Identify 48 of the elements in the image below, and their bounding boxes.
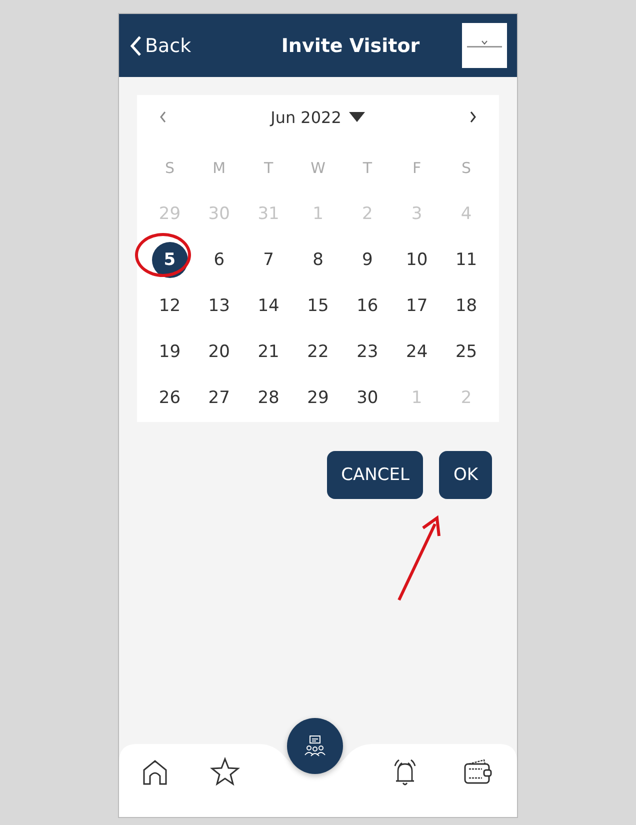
calendar-day[interactable]: 7 bbox=[250, 242, 287, 278]
weekday-label: W bbox=[310, 158, 326, 179]
page-title: Invite Visitor bbox=[280, 34, 421, 56]
ok-button[interactable]: OK bbox=[439, 451, 492, 499]
calendar-day[interactable]: 29 bbox=[300, 380, 336, 416]
back-button[interactable]: Back bbox=[129, 34, 239, 56]
calendar-day[interactable]: 23 bbox=[349, 334, 386, 370]
month-selector[interactable]: Jun 2022 bbox=[264, 106, 372, 128]
group-chat-icon bbox=[303, 734, 327, 758]
calendar-day[interactable]: 13 bbox=[201, 288, 238, 324]
calendar-day[interactable]: 20 bbox=[201, 334, 238, 370]
logo-icon bbox=[462, 23, 507, 68]
calendar-day[interactable]: 15 bbox=[300, 288, 336, 324]
weekday-label: F bbox=[412, 158, 422, 179]
calendar-day[interactable]: 28 bbox=[250, 380, 287, 416]
weekday-label: T bbox=[264, 158, 274, 179]
visitors-button[interactable] bbox=[287, 718, 343, 774]
star-icon[interactable] bbox=[209, 756, 241, 788]
calendar-day[interactable]: 12 bbox=[152, 288, 188, 324]
annotation-circle bbox=[135, 233, 191, 277]
chevron-left-icon bbox=[129, 34, 143, 56]
calendar-day[interactable]: 30 bbox=[349, 380, 386, 416]
calendar-day[interactable]: 14 bbox=[250, 288, 287, 324]
calendar-day[interactable]: 21 bbox=[250, 334, 287, 370]
calendar-day[interactable]: 17 bbox=[398, 288, 435, 324]
calendar-day[interactable]: 19 bbox=[152, 334, 188, 370]
weekday-label: M bbox=[212, 158, 226, 179]
caret-icon bbox=[349, 112, 366, 122]
calendar-day[interactable]: 8 bbox=[300, 242, 336, 278]
calendar-day[interactable]: 27 bbox=[201, 380, 238, 416]
calendar-day[interactable]: 22 bbox=[300, 334, 336, 370]
calendar-day[interactable]: 24 bbox=[398, 334, 435, 370]
calendar-day[interactable]: 25 bbox=[448, 334, 484, 370]
chevron-left-icon bbox=[158, 110, 168, 124]
calendar-day[interactable]: 18 bbox=[448, 288, 484, 324]
calendar-day[interactable]: 6 bbox=[201, 242, 238, 278]
back-label: Back bbox=[145, 34, 192, 56]
calendar-day[interactable]: 26 bbox=[152, 380, 188, 416]
calendar-day[interactable]: 9 bbox=[349, 242, 386, 278]
calendar-day[interactable]: 10 bbox=[398, 242, 435, 278]
weekday-label: T bbox=[362, 158, 372, 179]
calendar-day[interactable]: 5 bbox=[152, 242, 188, 278]
weekday-label: S bbox=[164, 158, 174, 179]
chevron-right-icon bbox=[468, 110, 478, 124]
weekday-label: S bbox=[462, 158, 472, 179]
calendar-day[interactable]: 16 bbox=[349, 288, 386, 324]
cancel-button[interactable]: CANCEL bbox=[327, 451, 424, 499]
calendar-day[interactable]: 11 bbox=[448, 242, 484, 278]
